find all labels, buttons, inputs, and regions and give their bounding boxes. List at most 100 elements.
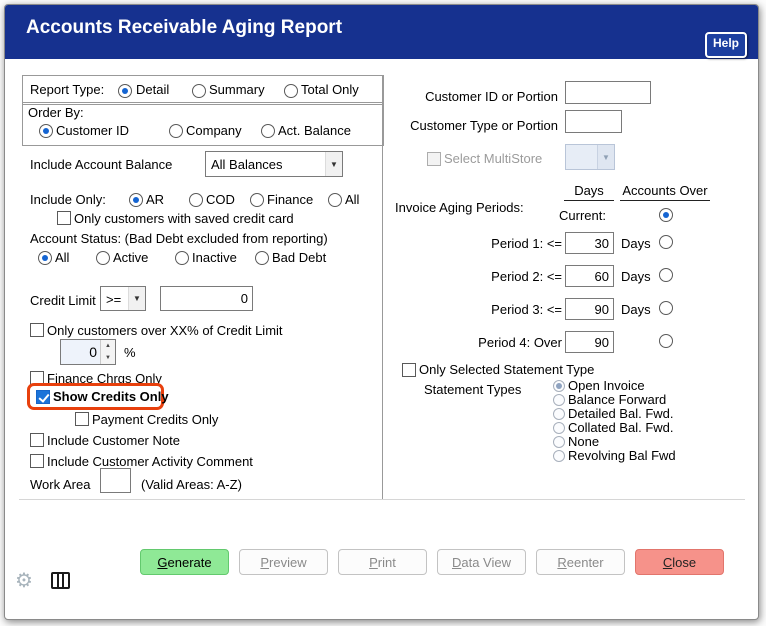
credit-limit-label: Credit Limit xyxy=(30,293,96,308)
show-credits-only-label[interactable]: Show Credits Only xyxy=(53,389,169,404)
radio-report-detail[interactable] xyxy=(118,84,132,98)
radio-order-act-balance[interactable] xyxy=(261,124,275,138)
radio-order-company[interactable] xyxy=(169,124,183,138)
radio-status-inactive[interactable] xyxy=(175,251,189,265)
radio-statement-open-invoice-label: Open Invoice xyxy=(568,378,645,393)
close-button-label: Close xyxy=(662,554,697,570)
radio-order-act-balance-label[interactable]: Act. Balance xyxy=(278,123,351,138)
stepper-down-icon[interactable]: ▼ xyxy=(101,352,115,364)
period-3-days-suffix: Days xyxy=(621,302,651,317)
radio-status-bad-debt-label[interactable]: Bad Debt xyxy=(272,250,326,265)
radio-include-ar[interactable] xyxy=(129,193,143,207)
multistore-dropdown: ▼ xyxy=(565,144,615,170)
radio-status-active-label[interactable]: Active xyxy=(113,250,148,265)
help-button[interactable]: Help xyxy=(704,32,747,58)
work-area-label: Work Area xyxy=(30,477,91,492)
radio-include-all[interactable] xyxy=(328,193,342,207)
account-balance-dropdown[interactable]: All Balances ▼ xyxy=(205,151,343,177)
customer-type-input[interactable] xyxy=(565,110,622,133)
include-customer-activity-label[interactable]: Include Customer Activity Comment xyxy=(47,454,253,469)
radio-order-customer-id[interactable] xyxy=(39,124,53,138)
statement-types-label: Statement Types xyxy=(424,382,522,397)
over-credit-limit-label[interactable]: Only customers over XX% of Credit Limit xyxy=(47,323,283,338)
title-bar: Accounts Receivable Aging Report Help xyxy=(5,5,758,59)
period-3-label: Period 3: <= xyxy=(491,302,562,317)
radio-statement-none xyxy=(553,436,565,448)
period-1-input[interactable] xyxy=(565,232,614,254)
radio-accounts-over-current[interactable] xyxy=(659,208,673,222)
work-area-input[interactable] xyxy=(100,468,131,493)
chevron-down-icon[interactable]: ▼ xyxy=(128,287,145,310)
include-customer-activity-checkbox[interactable] xyxy=(30,454,44,468)
radio-statement-revolving-bal-fwd-label: Revolving Bal Fwd xyxy=(568,448,676,463)
radio-status-active[interactable] xyxy=(96,251,110,265)
radio-accounts-over-period-2[interactable] xyxy=(659,268,673,282)
radio-include-all-label[interactable]: All xyxy=(345,192,359,207)
radio-status-inactive-label[interactable]: Inactive xyxy=(192,250,237,265)
radio-include-cod[interactable] xyxy=(189,193,203,207)
chevron-down-icon[interactable]: ▼ xyxy=(325,152,342,176)
generate-button-label: Generate xyxy=(157,554,212,570)
radio-statement-open-invoice xyxy=(553,380,565,392)
preview-button[interactable]: Preview xyxy=(239,549,328,575)
radio-statement-collated-bal-fwd-label: Collated Bal. Fwd. xyxy=(568,420,674,435)
period-2-label: Period 2: <= xyxy=(491,269,562,284)
radio-include-cod-label[interactable]: COD xyxy=(206,192,235,207)
period-4-input[interactable] xyxy=(565,331,614,353)
radio-accounts-over-period-3[interactable] xyxy=(659,301,673,315)
reenter-button[interactable]: Reenter xyxy=(536,549,625,575)
radio-status-all-label[interactable]: All xyxy=(55,250,69,265)
page-title: Accounts Receivable Aging Report xyxy=(26,17,343,38)
close-button[interactable]: Close xyxy=(635,549,724,575)
radio-report-total-only[interactable] xyxy=(284,84,298,98)
payment-credits-only-label[interactable]: Payment Credits Only xyxy=(92,412,218,427)
radio-report-total-only-label[interactable]: Total Only xyxy=(301,82,359,97)
generate-button[interactable]: Generate xyxy=(140,549,229,575)
credit-limit-input[interactable] xyxy=(160,286,253,311)
chevron-down-icon: ▼ xyxy=(597,145,614,169)
period-3-input[interactable] xyxy=(565,298,614,320)
saved-credit-card-label[interactable]: Only customers with saved credit card xyxy=(74,211,294,226)
days-column-header: Days xyxy=(564,183,614,201)
credit-limit-operator-dropdown[interactable]: >= ▼ xyxy=(100,286,146,311)
radio-report-summary[interactable] xyxy=(192,84,206,98)
radio-statement-detailed-bal-fwd-label: Detailed Bal. Fwd. xyxy=(568,406,674,421)
radio-report-detail-label[interactable]: Detail xyxy=(136,82,169,97)
customer-id-input[interactable] xyxy=(565,81,651,104)
radio-report-summary-label[interactable]: Summary xyxy=(209,82,265,97)
credit-limit-operator-value: >= xyxy=(106,292,122,307)
stepper-arrows[interactable]: ▲ ▼ xyxy=(100,340,115,364)
stepper-up-icon[interactable]: ▲ xyxy=(101,340,115,352)
period-1-label: Period 1: <= xyxy=(491,236,562,251)
print-button[interactable]: Print xyxy=(338,549,427,575)
include-customer-note-checkbox[interactable] xyxy=(30,433,44,447)
period-2-days-suffix: Days xyxy=(621,269,651,284)
reenter-button-label: Reenter xyxy=(557,554,604,570)
radio-include-ar-label[interactable]: AR xyxy=(146,192,164,207)
data-view-button[interactable]: Data View xyxy=(437,549,526,575)
radio-include-finance-label[interactable]: Finance xyxy=(267,192,313,207)
select-multistore-label: Select MultiStore xyxy=(444,151,543,166)
only-selected-statement-label[interactable]: Only Selected Statement Type xyxy=(419,362,594,377)
preview-button-label: Preview xyxy=(260,554,307,570)
over-credit-limit-checkbox[interactable] xyxy=(30,323,44,337)
radio-status-bad-debt[interactable] xyxy=(255,251,269,265)
print-button-label: Print xyxy=(369,554,396,570)
settings-gear-icon[interactable]: ⚙ xyxy=(12,568,36,592)
payment-credits-only-checkbox[interactable] xyxy=(75,412,89,426)
radio-statement-balance-forward xyxy=(553,394,565,406)
show-credits-only-checkbox[interactable] xyxy=(36,390,50,404)
period-2-input[interactable] xyxy=(565,265,614,287)
only-selected-statement-checkbox[interactable] xyxy=(402,363,416,377)
radio-statement-balance-forward-label: Balance Forward xyxy=(568,392,667,407)
percent-stepper[interactable]: 0 ▲ ▼ xyxy=(60,339,116,365)
radio-status-all[interactable] xyxy=(38,251,52,265)
radio-order-company-label[interactable]: Company xyxy=(186,123,242,138)
radio-include-finance[interactable] xyxy=(250,193,264,207)
ledger-columns-icon-button[interactable] xyxy=(47,568,73,593)
radio-accounts-over-period-4[interactable] xyxy=(659,334,673,348)
saved-credit-card-checkbox[interactable] xyxy=(57,211,71,225)
radio-order-customer-id-label[interactable]: Customer ID xyxy=(56,123,129,138)
radio-accounts-over-period-1[interactable] xyxy=(659,235,673,249)
include-customer-note-label[interactable]: Include Customer Note xyxy=(47,433,180,448)
